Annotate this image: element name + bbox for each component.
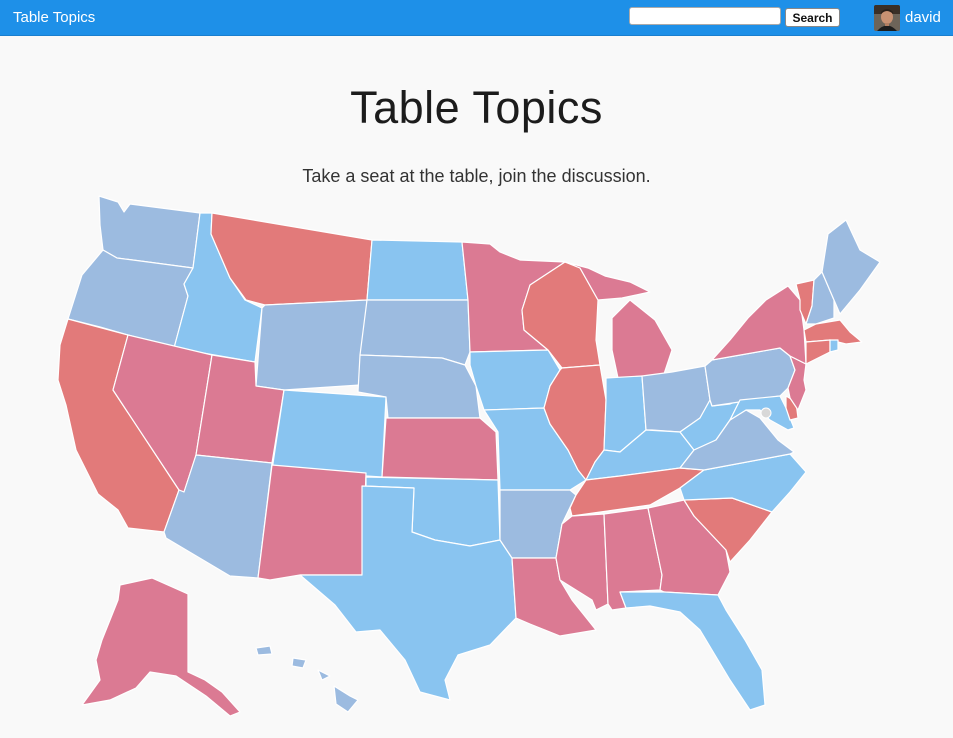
state-new-mexico[interactable] xyxy=(257,464,367,581)
dc-marker[interactable] xyxy=(760,407,772,419)
state-michigan[interactable] xyxy=(611,299,673,381)
state-hawaii[interactable] xyxy=(255,645,359,713)
state-alaska[interactable] xyxy=(81,577,241,717)
state-wyoming[interactable] xyxy=(255,299,368,391)
state-north-dakota[interactable] xyxy=(366,239,469,301)
us-states-map xyxy=(57,195,881,717)
state-kansas[interactable] xyxy=(381,417,499,481)
state-connecticut[interactable] xyxy=(805,339,831,365)
state-new-york[interactable] xyxy=(711,285,807,365)
state-colorado[interactable] xyxy=(271,389,387,478)
state-rhode-island[interactable] xyxy=(829,339,839,353)
state-florida[interactable] xyxy=(619,591,766,711)
